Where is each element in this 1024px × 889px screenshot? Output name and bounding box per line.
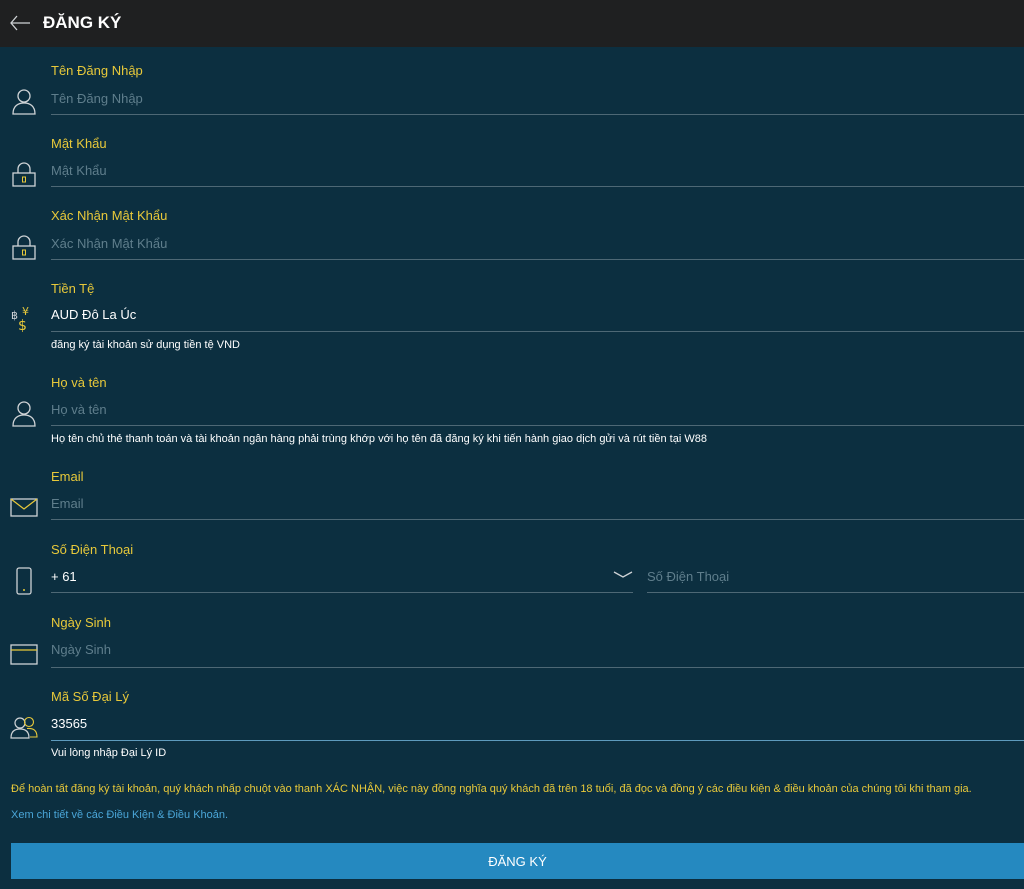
users-icon xyxy=(10,713,38,741)
envelope-icon xyxy=(10,493,38,521)
lock-icon xyxy=(10,233,38,261)
full-name-input[interactable] xyxy=(51,397,1024,421)
user-icon xyxy=(10,87,38,115)
chevron-down-icon xyxy=(613,571,633,578)
svg-text:฿: ฿ xyxy=(11,309,18,322)
phone-icon xyxy=(10,567,38,595)
email-input[interactable] xyxy=(51,491,1024,515)
back-button[interactable] xyxy=(8,11,34,35)
phone-underline xyxy=(647,592,1024,593)
currency-hint: đăng ký tài khoản sử dụng tiền tệ VND xyxy=(51,339,240,351)
terms-link[interactable]: Xem chi tiết về các Điều Kiện & Điều Kho… xyxy=(11,809,228,821)
currency-icon: ฿ ¥ $ xyxy=(10,304,38,334)
phone-input[interactable] xyxy=(647,564,1024,588)
page-title: ĐĂNG KÝ xyxy=(43,13,122,32)
terms-text: Để hoàn tất đăng ký tài khoản, quý khách… xyxy=(11,783,972,795)
currency-underline xyxy=(51,331,1024,332)
currency-select[interactable]: AUD Đô La Úc xyxy=(51,307,136,322)
email-underline xyxy=(51,519,1024,520)
email-label: Email xyxy=(51,469,84,484)
lock-icon xyxy=(10,160,38,188)
register-button[interactable]: ĐĂNG KÝ xyxy=(11,843,1024,879)
username-underline xyxy=(51,114,1024,115)
agent-code-label: Mã Số Đại Lý xyxy=(51,689,130,704)
country-code-select[interactable]: + 61 xyxy=(51,569,77,584)
calendar-icon xyxy=(10,639,38,667)
username-label: Tên Đăng Nhập xyxy=(51,63,143,78)
birthday-label: Ngày Sinh xyxy=(51,615,111,630)
phone-label: Số Điện Thoại xyxy=(51,542,134,557)
confirm-password-input[interactable] xyxy=(51,231,1024,255)
birthday-input[interactable] xyxy=(51,637,1024,661)
password-label: Mật Khẩu xyxy=(51,136,107,151)
user-icon xyxy=(10,399,38,427)
confirm-password-underline xyxy=(51,259,1024,260)
agent-code-input[interactable]: 33565 xyxy=(51,716,87,731)
password-underline xyxy=(51,186,1024,187)
full-name-hint: Họ tên chủ thẻ thanh toán và tài khoản n… xyxy=(51,433,707,445)
full-name-label: Họ và tên xyxy=(51,375,107,390)
country-code-dropdown-button[interactable] xyxy=(612,569,634,583)
agent-code-hint: Vui lòng nhập Đại Lý ID xyxy=(51,747,167,759)
birthday-underline xyxy=(51,667,1024,668)
svg-text:¥: ¥ xyxy=(22,305,29,318)
username-input[interactable] xyxy=(51,86,1024,110)
password-input[interactable] xyxy=(51,158,1024,182)
country-code-underline xyxy=(51,592,633,593)
arrow-left-icon xyxy=(10,15,30,31)
svg-text:$: $ xyxy=(18,318,27,332)
full-name-underline xyxy=(51,425,1024,426)
confirm-password-label: Xác Nhận Mật Khẩu xyxy=(51,208,168,223)
agent-code-underline xyxy=(51,740,1024,741)
header-bar: ĐĂNG KÝ xyxy=(0,0,1024,47)
currency-label: Tiền Tệ xyxy=(51,281,95,296)
